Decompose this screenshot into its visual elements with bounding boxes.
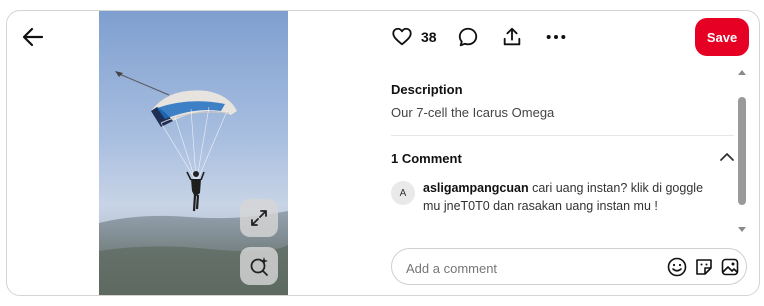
sticker-icon[interactable] [693,256,715,278]
chevron-up-icon [720,153,734,161]
visual-search-icon [250,257,268,276]
comment-box[interactable] [391,248,747,285]
comment-input[interactable] [404,257,648,279]
expand-button[interactable] [240,199,278,237]
visual-search-button[interactable] [240,247,278,285]
back-button[interactable] [19,23,47,51]
save-button[interactable]: Save [695,18,749,56]
like-button[interactable]: 38 [391,21,437,53]
scrollbar-thumb[interactable] [738,97,746,205]
description-heading: Description [391,82,463,97]
collapse-comments-button[interactable] [717,147,737,167]
description-text: Our 7-cell the Icarus Omega [391,105,555,120]
arrow-left-icon [22,27,44,47]
more-options-button[interactable] [545,21,567,53]
comments-heading: 1 Comment [391,151,462,166]
comment-username[interactable]: asligampangcuan [423,181,529,195]
like-count: 38 [421,29,437,45]
pin-card: 38 Save Description Our 7-cell the Icaru… [6,10,760,296]
scroll-up-arrow-icon[interactable] [736,67,748,77]
comment-button[interactable] [457,21,479,53]
comment-bubble-icon [458,27,478,47]
share-button[interactable] [501,21,523,53]
expand-icon [251,210,267,226]
avatar[interactable]: A [391,181,415,205]
share-icon [503,27,521,46]
image-icon[interactable] [719,256,741,278]
comment-body: asligampangcuan cari uang instan? klik d… [423,179,713,215]
more-icon [546,34,566,40]
section-divider [391,135,734,136]
scrollbar[interactable] [736,65,748,237]
pin-image [99,11,288,295]
emoji-icon[interactable] [666,256,688,278]
heart-icon [392,27,412,46]
scroll-down-arrow-icon[interactable] [736,225,748,235]
